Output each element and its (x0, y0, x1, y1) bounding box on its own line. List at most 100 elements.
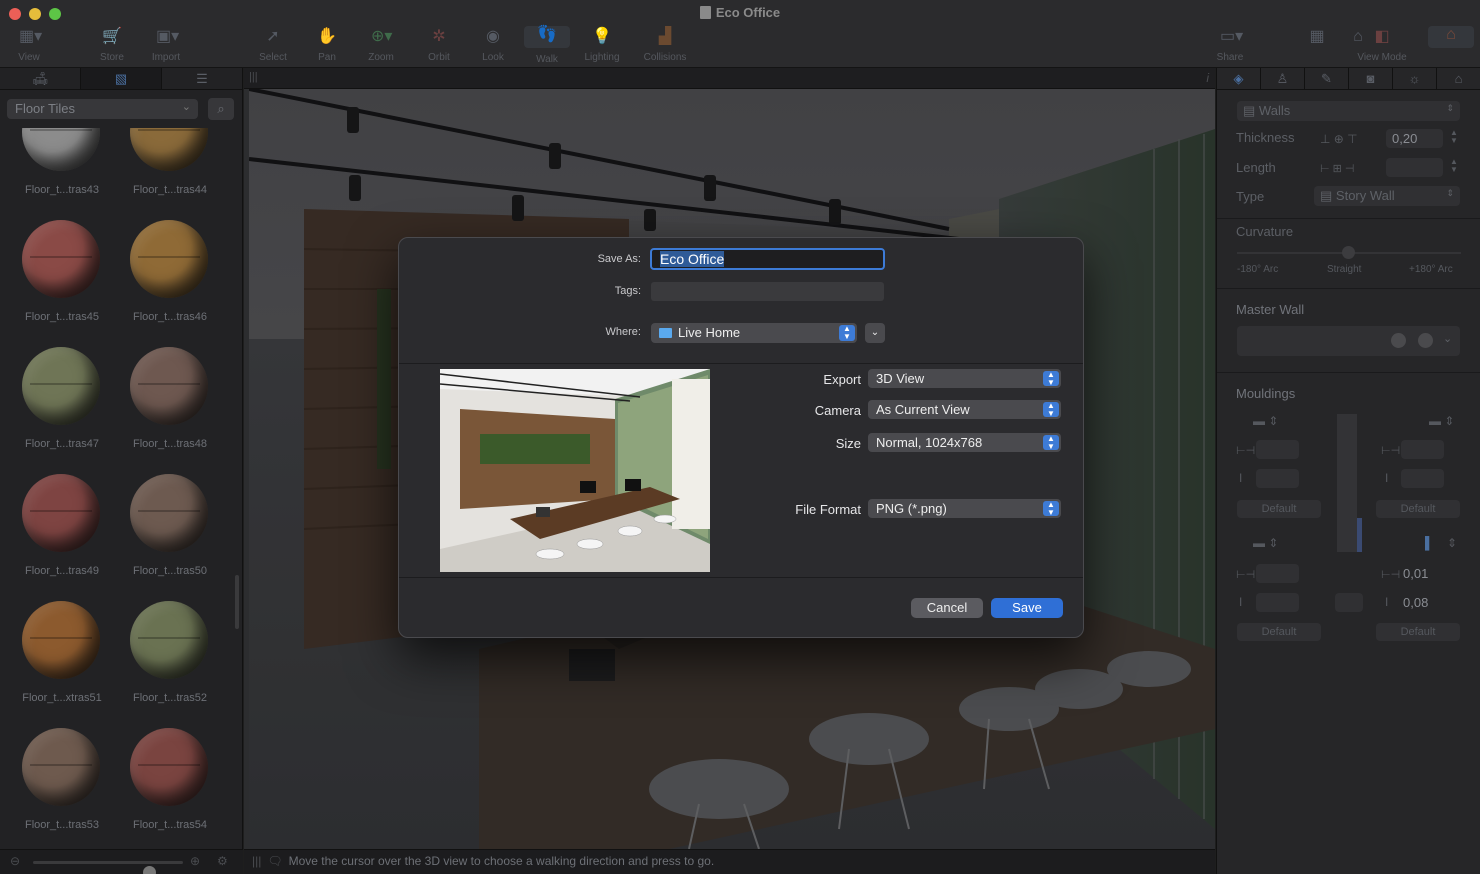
tab-furniture[interactable]: 🛋 (0, 68, 81, 89)
panel-grip-icon[interactable]: ||| (249, 71, 258, 83)
curvature-min-label: -180° Arc (1237, 264, 1279, 275)
zoom-in-icon[interactable]: ⊕ (190, 854, 200, 868)
app-window: Eco Office ▦▾ View 🛒 Store ▣▾ Import ➚ Selec… (0, 0, 1480, 874)
thumbnail-size-slider[interactable] (33, 861, 183, 874)
thickness-field[interactable]: 0,20 (1386, 129, 1443, 148)
thickness-align-icons[interactable]: ⊥ ⊕ ⊤ (1320, 132, 1358, 146)
tab-materials[interactable]: ▧ (81, 68, 162, 89)
tool-zoom[interactable]: ⊕▾ Zoom (354, 26, 408, 66)
hand-icon: ✋ (317, 28, 337, 45)
material-thumbnail (22, 128, 100, 171)
updown-icon: ▲ ▼ (1043, 501, 1059, 517)
wall-type-select[interactable]: ▤ Story Wall ⇕ (1314, 186, 1460, 206)
library-item[interactable]: Floor_t...tras52 (108, 601, 208, 721)
curvature-slider-knob[interactable] (1342, 246, 1355, 259)
plan-icon: ▦ (1309, 28, 1325, 45)
tab-building[interactable]: ⌂ (1437, 68, 1480, 89)
length-field[interactable] (1386, 158, 1443, 177)
length-stepper[interactable]: ▲ ▼ (1449, 158, 1459, 176)
tab-camera[interactable]: ◙ (1349, 68, 1393, 89)
where-select[interactable]: Live Home ▲ ▼ (651, 323, 857, 343)
bottom-right-height-field[interactable]: 0,08 (1397, 593, 1445, 612)
tool-view-mode[interactable]: ◧ View Mode (1355, 26, 1409, 66)
tool-import[interactable]: ▣▾ Import (139, 26, 193, 66)
tab-structure[interactable]: ♙ (1261, 68, 1305, 89)
tags-field[interactable] (651, 282, 884, 301)
library-item-label: Floor_t...tras54 (133, 819, 207, 831)
updown-icon: ▲ ▼ (1043, 435, 1059, 451)
thickness-stepper[interactable]: ▲ ▼ (1449, 129, 1459, 147)
status-bar: ||| 🗨 Move the cursor over the 3D view to … (244, 849, 1215, 874)
tab-light[interactable]: ☼ (1393, 68, 1437, 89)
bottom-left-width-field[interactable] (1256, 564, 1299, 583)
library-item[interactable]: Floor_t...tras50 (108, 474, 208, 594)
expand-button[interactable]: ⌄ (865, 323, 885, 343)
moulding-top-left-select[interactable]: ▬ ⇕ (1253, 414, 1278, 428)
view-mode-3d[interactable]: ⌂ (1423, 26, 1479, 66)
moulding-bottom-right-select[interactable]: ▌ (1425, 536, 1434, 550)
library-item[interactable]: Floor_t...tras46 (108, 220, 208, 340)
info-icon[interactable]: i (1206, 71, 1209, 85)
tool-orbit[interactable]: ✲ Orbit (412, 26, 466, 66)
tool-walk[interactable]: 👣 Walk (520, 26, 574, 66)
top-right-width-field[interactable] (1401, 440, 1444, 459)
library-item[interactable]: Floor_t...tras45 (0, 220, 100, 340)
master-wall-select[interactable]: ⌄ (1237, 326, 1460, 356)
library-category-select[interactable]: Floor Tiles ⌄ (7, 99, 198, 119)
library-item[interactable]: Floor_t...tras48 (108, 347, 208, 467)
export-select[interactable]: 3D View ▲ ▼ (868, 369, 1061, 388)
bottom-right-width-field[interactable]: 0,01 (1397, 564, 1445, 583)
top-left-width-field[interactable] (1256, 440, 1299, 459)
gear-icon[interactable]: ⚙ (217, 854, 228, 868)
length-align-icons[interactable]: ⊢ ⊞ ⊣ (1320, 162, 1355, 175)
camera-select[interactable]: As Current View ▲ ▼ (868, 400, 1061, 419)
bottom-left-height-field[interactable] (1256, 593, 1299, 612)
default-button-top-right[interactable]: Default (1376, 500, 1460, 518)
library-item[interactable]: Floor_t...tras43 (0, 128, 100, 213)
default-button-bottom-left[interactable]: Default (1237, 623, 1321, 641)
library-tabs: 🛋 ▧ ☰ (0, 68, 243, 90)
top-right-height-field[interactable] (1401, 469, 1444, 488)
tool-look[interactable]: ◉ Look (466, 26, 520, 66)
export-label: Export (823, 372, 861, 387)
size-select[interactable]: Normal, 1024x768 ▲ ▼ (868, 433, 1061, 452)
updown-icon[interactable]: ⇕ (1447, 536, 1457, 550)
save-button[interactable]: Save (991, 598, 1063, 618)
panel-grip-icon[interactable]: ||| (252, 854, 261, 868)
material-thumbnail (130, 128, 208, 171)
object-type-select[interactable]: ▤ Walls ⇕ (1237, 101, 1460, 121)
tab-list[interactable]: ☰ (162, 68, 243, 89)
library-item[interactable]: Floor_t...tras44 (108, 128, 208, 213)
tool-select[interactable]: ➚ Select (246, 26, 300, 66)
tool-store[interactable]: 🛒 Store (85, 26, 139, 66)
export-save-dialog: Save As: Eco Office Tags: Where: Live Ho… (398, 237, 1084, 638)
library-search-button[interactable]: ⌕ (208, 98, 234, 120)
updown-icon: ⇕ (1446, 188, 1454, 198)
material-thumbnail (22, 474, 100, 552)
link-button[interactable] (1335, 593, 1363, 612)
default-button-bottom-right[interactable]: Default (1376, 623, 1460, 641)
library-item[interactable]: Floor_t...xtras51 (0, 601, 102, 721)
tool-share[interactable]: ▭▾ Share (1203, 26, 1257, 66)
moulding-bottom-left-select[interactable]: ▬ ⇕ (1253, 536, 1278, 550)
tab-object[interactable]: ◈ (1217, 68, 1261, 89)
library-item[interactable]: Floor_t...tras54 (108, 728, 208, 848)
moulding-top-right-select[interactable]: ▬ ⇕ (1429, 414, 1454, 428)
zoom-out-icon[interactable]: ⊖ (10, 854, 20, 868)
tool-view[interactable]: ▦▾ View (2, 26, 56, 66)
file-format-select[interactable]: PNG (*.png) ▲ ▼ (868, 499, 1061, 518)
library-item[interactable]: Floor_t...tras49 (0, 474, 100, 594)
divider (399, 363, 1083, 364)
top-left-height-field[interactable] (1256, 469, 1299, 488)
library-item[interactable]: Floor_t...tras47 (0, 347, 100, 467)
cancel-button[interactable]: Cancel (911, 598, 983, 618)
library-item[interactable]: Floor_t...tras53 (0, 728, 100, 848)
library-scrollbar[interactable] (235, 575, 239, 629)
slider-knob[interactable] (143, 866, 156, 874)
tool-collisions[interactable]: ▟ Collisions (638, 26, 692, 66)
tool-pan[interactable]: ✋ Pan (300, 26, 354, 66)
save-as-field[interactable]: Eco Office (650, 248, 885, 270)
default-button-top-left[interactable]: Default (1237, 500, 1321, 518)
tab-material[interactable]: ✎ (1305, 68, 1349, 89)
tool-lighting[interactable]: 💡 Lighting (575, 26, 629, 66)
